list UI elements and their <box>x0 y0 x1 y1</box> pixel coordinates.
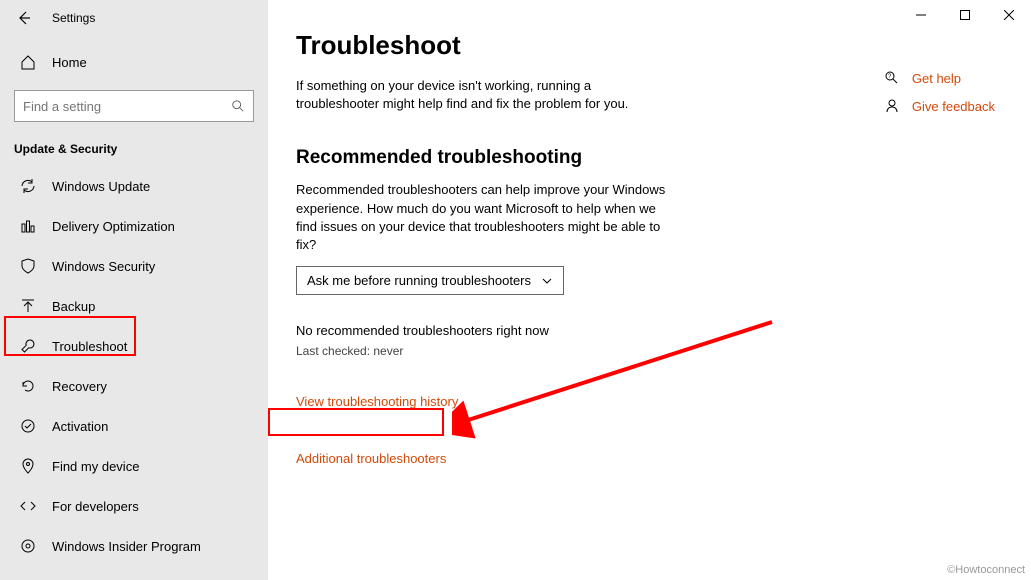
sidebar-item-label: Troubleshoot <box>52 339 127 354</box>
maximize-button[interactable] <box>943 0 987 30</box>
close-button[interactable] <box>987 0 1031 30</box>
get-help-row[interactable]: ? Get help <box>884 70 995 86</box>
window-controls <box>899 0 1031 30</box>
sidebar: Settings Home Update & Security Windows … <box>0 0 268 580</box>
sidebar-item-label: Windows Update <box>52 179 150 194</box>
minimize-button[interactable] <box>899 0 943 30</box>
recommended-body: Recommended troubleshooters can help imp… <box>296 181 666 254</box>
sidebar-item-windows-update[interactable]: Windows Update <box>0 166 268 206</box>
give-feedback-label: Give feedback <box>912 99 995 114</box>
intro-text: If something on your device isn't workin… <box>296 77 666 113</box>
back-arrow-icon <box>16 10 32 26</box>
search-box[interactable] <box>14 90 254 122</box>
developer-icon <box>20 498 36 514</box>
sidebar-item-activation[interactable]: Activation <box>0 406 268 446</box>
feedback-icon <box>884 98 900 114</box>
home-icon <box>20 54 36 70</box>
last-checked-text: Last checked: never <box>296 344 1003 358</box>
minimize-icon <box>916 10 926 20</box>
sidebar-item-label: For developers <box>52 499 139 514</box>
sidebar-item-label: Windows Security <box>52 259 155 274</box>
page-title: Troubleshoot <box>296 30 1003 61</box>
sidebar-item-windows-insider[interactable]: Windows Insider Program <box>0 526 268 566</box>
sidebar-item-label: Recovery <box>52 379 107 394</box>
shield-icon <box>20 258 36 274</box>
help-links: ? Get help Give feedback <box>884 70 995 114</box>
troubleshoot-preference-dropdown[interactable]: Ask me before running troubleshooters <box>296 266 564 295</box>
maximize-icon <box>960 10 970 20</box>
sidebar-item-label: Find my device <box>52 459 139 474</box>
category-heading: Update & Security <box>0 134 268 166</box>
chevron-down-icon <box>541 275 553 287</box>
sidebar-item-find-my-device[interactable]: Find my device <box>0 446 268 486</box>
wrench-icon <box>20 338 36 354</box>
dropdown-value: Ask me before running troubleshooters <box>307 273 531 288</box>
sidebar-item-backup[interactable]: Backup <box>0 286 268 326</box>
sync-icon <box>20 178 36 194</box>
view-history-link[interactable]: View troubleshooting history <box>296 394 458 409</box>
give-feedback-row[interactable]: Give feedback <box>884 98 995 114</box>
home-nav[interactable]: Home <box>0 42 268 82</box>
titlebar: Settings <box>0 0 268 36</box>
sidebar-item-recovery[interactable]: Recovery <box>0 366 268 406</box>
no-troubleshooters-status: No recommended troubleshooters right now <box>296 323 1003 338</box>
help-icon: ? <box>884 70 900 86</box>
main-content: Troubleshoot If something on your device… <box>268 0 1031 580</box>
check-circle-icon <box>20 418 36 434</box>
svg-text:?: ? <box>888 74 892 80</box>
backup-icon <box>20 298 36 314</box>
close-icon <box>1004 10 1014 20</box>
optimization-icon <box>20 218 36 234</box>
sidebar-item-troubleshoot[interactable]: Troubleshoot <box>0 326 268 366</box>
additional-troubleshooters-link[interactable]: Additional troubleshooters <box>296 451 446 466</box>
location-icon <box>20 458 36 474</box>
sidebar-item-label: Activation <box>52 419 108 434</box>
window-title: Settings <box>52 11 95 25</box>
sidebar-item-label: Delivery Optimization <box>52 219 175 234</box>
recovery-icon <box>20 378 36 394</box>
sidebar-item-windows-security[interactable]: Windows Security <box>0 246 268 286</box>
search-icon <box>231 99 245 113</box>
sidebar-item-label: Windows Insider Program <box>52 539 201 554</box>
insider-icon <box>20 538 36 554</box>
sidebar-item-for-developers[interactable]: For developers <box>0 486 268 526</box>
back-button[interactable] <box>14 8 34 28</box>
watermark: ©Howtoconnect <box>947 564 1025 576</box>
sidebar-item-delivery-optimization[interactable]: Delivery Optimization <box>0 206 268 246</box>
recommended-heading: Recommended troubleshooting <box>296 147 1003 169</box>
sidebar-item-label: Backup <box>52 299 95 314</box>
search-input[interactable] <box>23 99 231 114</box>
home-label: Home <box>52 55 87 70</box>
get-help-label: Get help <box>912 71 961 86</box>
